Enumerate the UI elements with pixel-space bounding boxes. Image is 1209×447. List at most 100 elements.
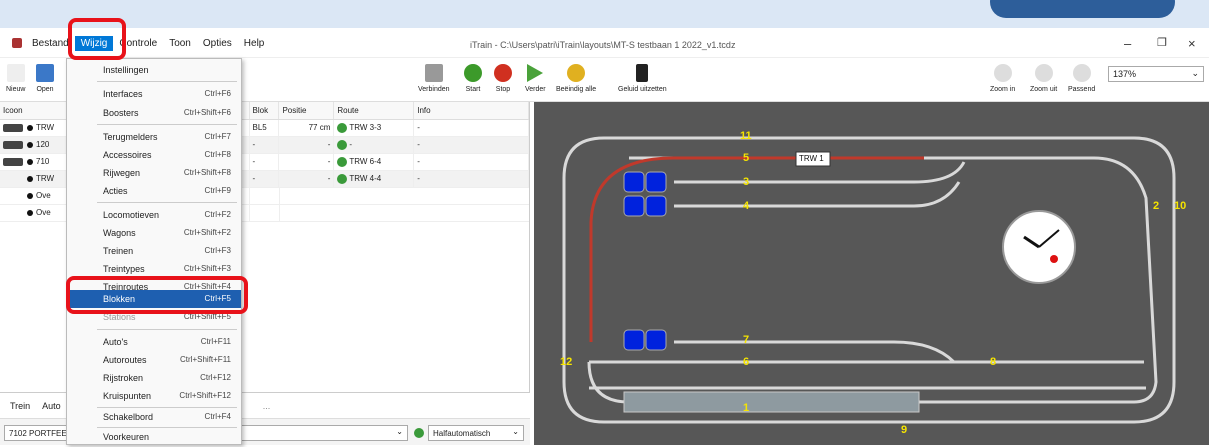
- play-icon: [527, 64, 544, 82]
- chevron-down-icon: ⌄: [512, 427, 519, 436]
- menu-item-acties[interactable]: Acties Ctrl+F9: [67, 182, 241, 200]
- wijzig-dropdown-menu: Instellingen Interfaces Ctrl+F6 Boosters C…: [66, 58, 242, 445]
- tab-auto[interactable]: Auto: [42, 401, 61, 411]
- start-button[interactable]: Start: [464, 64, 482, 93]
- menu-item-treinen[interactable]: Treinen Ctrl+F3: [67, 242, 241, 260]
- play-icon: [337, 157, 348, 167]
- play-icon: [337, 123, 348, 133]
- col-header-block[interactable]: Blok: [250, 102, 280, 119]
- status-dot-icon: [27, 175, 33, 182]
- route-tag: TRW 1: [799, 154, 824, 163]
- menu-item-interfaces[interactable]: Interfaces Ctrl+F6: [67, 85, 241, 103]
- menu-separator: [97, 329, 237, 330]
- stop-button[interactable]: Stop: [494, 64, 512, 93]
- track-label-4: 4: [743, 200, 750, 212]
- menu-item-boosters[interactable]: Boosters Ctrl+Shift+F6: [67, 104, 241, 122]
- zoom-level-select[interactable]: 137% ⌄: [1108, 66, 1204, 82]
- platform: [623, 391, 920, 413]
- col-header-info[interactable]: Info: [414, 102, 530, 119]
- window-title: iTrain - C:\Users\patri\iTrain\layouts\M…: [470, 40, 736, 50]
- new-file-icon: [6, 64, 25, 82]
- desktop-top-strip: [0, 0, 1209, 28]
- menu-item-autoroutes[interactable]: Autoroutes Ctrl+Shift+F11: [67, 351, 241, 369]
- menu-item-rijwegen[interactable]: Rijwegen Ctrl+Shift+F8: [67, 164, 241, 182]
- track-4: [674, 181, 961, 208]
- play-icon: [337, 140, 348, 150]
- mode-select[interactable]: Halfautomatisch ⌄: [428, 425, 524, 441]
- menu-separator: [97, 81, 237, 82]
- menu-toon[interactable]: Toon: [163, 36, 197, 51]
- taskbar-pill: [990, 0, 1175, 18]
- stop-red-icon: [494, 64, 512, 82]
- maximize-icon[interactable]: ❐: [1157, 36, 1167, 49]
- menu-opties[interactable]: Opties: [197, 36, 238, 51]
- tab-trein[interactable]: Trein: [10, 401, 30, 411]
- menu-item-autos[interactable]: Auto's Ctrl+F11: [67, 333, 241, 351]
- loco-icon: [3, 209, 23, 217]
- menu-item-wagons[interactable]: Wagons Ctrl+Shift+F2: [67, 224, 241, 242]
- signal-block: [623, 329, 645, 351]
- track-label-9: 9: [901, 424, 908, 436]
- menu-item-instellingen[interactable]: Instellingen: [67, 61, 241, 79]
- menu-item-accessoires[interactable]: Accessoires Ctrl+F8: [67, 146, 241, 164]
- title-bar: Bestand Wijzig Controle Toon Opties Help…: [0, 28, 1209, 58]
- end-all-button[interactable]: Beëindig alle: [556, 64, 596, 93]
- track-label-11: 11: [740, 130, 752, 142]
- track-label-8: 8: [990, 356, 997, 368]
- menu-separator: [97, 124, 237, 125]
- fit-button[interactable]: Passend: [1068, 64, 1095, 93]
- status-dot-icon: [27, 158, 33, 165]
- track-label-7: 7: [743, 334, 750, 346]
- signal-block: [623, 195, 645, 217]
- signal-block: [623, 171, 645, 193]
- zoom-out-icon: [1034, 64, 1053, 82]
- menu-item-kruispunten[interactable]: Kruispunten Ctrl+Shift+F12: [67, 387, 241, 405]
- signal-block: [645, 329, 667, 351]
- track-label-10: 10: [1174, 200, 1187, 212]
- minimize-icon[interactable]: –: [1124, 36, 1131, 51]
- fit-icon: [1072, 64, 1091, 82]
- clock-second-dot: [1050, 255, 1058, 263]
- menu-item-voorkeuren[interactable]: Voorkeuren: [67, 428, 241, 446]
- menu-bar: Bestand Wijzig Controle Toon Opties Help: [26, 36, 270, 51]
- zoom-in-button[interactable]: Zoom in: [990, 64, 1015, 93]
- close-icon[interactable]: ×: [1188, 36, 1196, 51]
- highlight-blokken-item: [66, 276, 248, 314]
- resume-button[interactable]: Verder: [525, 64, 546, 93]
- track-diagram: [562, 136, 1176, 424]
- track-7: [674, 340, 956, 364]
- menu-help[interactable]: Help: [238, 36, 271, 51]
- col-header-position[interactable]: Positie: [279, 102, 335, 119]
- menu-item-locomotieven[interactable]: Locomotieven Ctrl+F2: [67, 206, 241, 224]
- zoom-out-button[interactable]: Zoom uit: [1030, 64, 1057, 93]
- open-folder-icon: [36, 64, 54, 82]
- open-button[interactable]: Open: [36, 64, 54, 93]
- menu-item-terugmelders[interactable]: Terugmelders Ctrl+F7: [67, 128, 241, 146]
- track-layout-canvas[interactable]: TRW 1 11 5 3 4 2 10 7 6 8 12 1 9: [534, 102, 1209, 445]
- start-green-icon: [464, 64, 482, 82]
- zoom-in-icon: [993, 64, 1012, 82]
- connect-icon: [424, 64, 443, 82]
- menu-item-rijstroken[interactable]: Rijstroken Ctrl+F12: [67, 369, 241, 387]
- loco-icon: [3, 140, 23, 149]
- menu-item-schakelbord[interactable]: Schakelbord Ctrl+F4: [67, 408, 241, 426]
- track-label-12: 12: [560, 356, 573, 368]
- connect-button[interactable]: Verbinden: [418, 64, 450, 93]
- mute-button[interactable]: Geluid uitzetten: [618, 64, 667, 93]
- play-icon: [337, 174, 348, 184]
- cancel-icon: [567, 64, 586, 82]
- loco-icon: [3, 157, 23, 166]
- status-dot-icon: [27, 192, 33, 199]
- new-button[interactable]: Nieuw: [6, 64, 25, 93]
- status-dot-icon: [27, 209, 33, 216]
- status-dot-icon: [27, 124, 33, 131]
- status-dot-icon: [27, 141, 33, 148]
- track-label-1: 1: [743, 402, 750, 414]
- signal-block: [645, 195, 667, 217]
- inner-track: [587, 156, 1158, 404]
- more-ellipsis[interactable]: ...: [263, 401, 271, 411]
- loco-icon: [3, 175, 23, 183]
- play-icon[interactable]: [414, 428, 424, 438]
- col-header-route[interactable]: Route: [334, 102, 415, 119]
- loco-icon: [3, 192, 23, 200]
